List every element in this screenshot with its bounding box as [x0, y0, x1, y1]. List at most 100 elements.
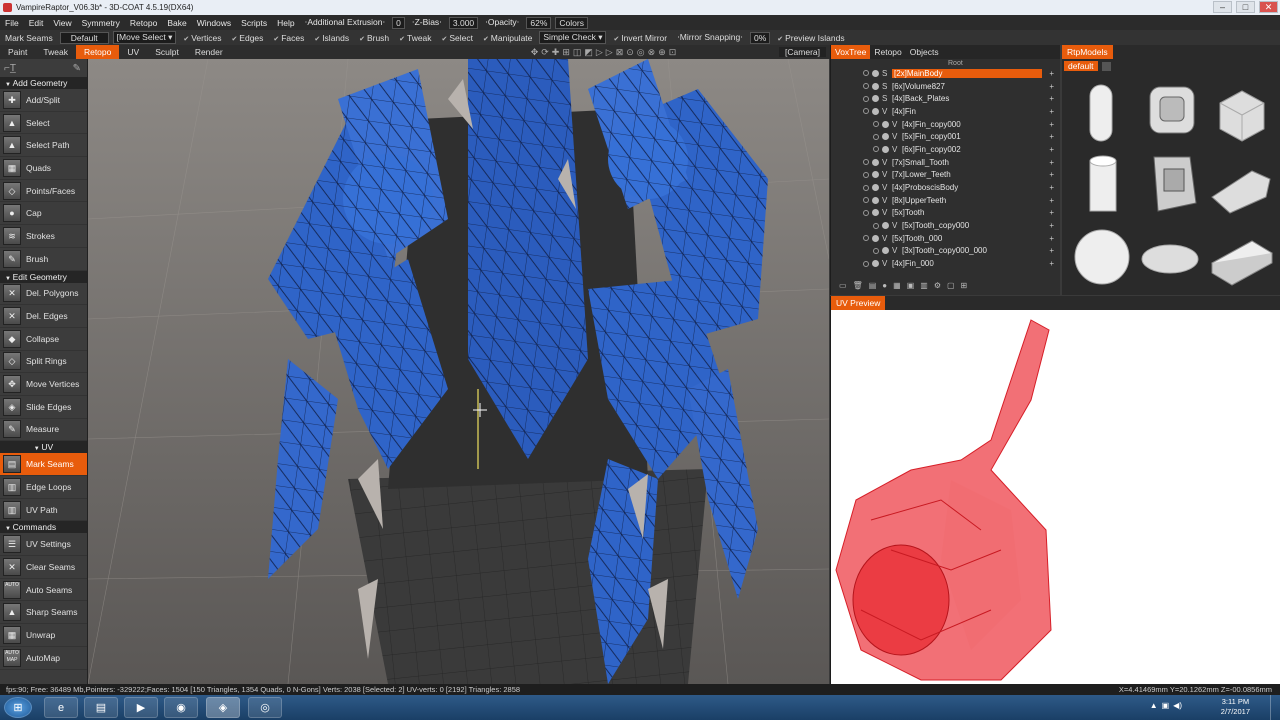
delete-layer-icon[interactable]: 🗑	[853, 281, 863, 290]
visibility-lock-icon[interactable]	[863, 70, 869, 77]
model-set-dropdown[interactable]: default	[1064, 61, 1098, 71]
close-button[interactable]: ✕	[1259, 1, 1278, 13]
visibility-lock-icon[interactable]	[863, 108, 869, 115]
3dcoat-taskbar-icon[interactable]: ◈	[206, 697, 240, 718]
layer-row[interactable]: V [5x]Tooth +	[831, 207, 1060, 220]
section-uv[interactable]: UV	[0, 441, 87, 454]
simple-check-dropdown[interactable]: Simple Check ▾	[539, 31, 607, 44]
eye-icon[interactable]	[872, 260, 879, 268]
viewport-navigation-icons[interactable]: ✥⟳✚⊞◫◩▷▷⊠⊙◎⊗⊕⊡	[531, 47, 680, 58]
visibility-lock-icon[interactable]	[873, 121, 879, 128]
add-layer-icon[interactable]: +	[1049, 145, 1054, 154]
eye-icon[interactable]	[872, 95, 879, 103]
tool-auto-seams[interactable]: AUTO Auto Seams	[0, 579, 87, 602]
tool-mark-seams[interactable]: ▤ Mark Seams	[0, 453, 87, 476]
model-lego-brick[interactable]	[1210, 240, 1274, 286]
layer-name[interactable]: [6x]Fin_copy002	[902, 145, 961, 154]
surface-mode-icon[interactable]: ▦	[893, 281, 901, 290]
tool-uv-settings[interactable]: ☰ UV Settings	[0, 533, 87, 557]
duplicate-layer-icon[interactable]: ▤	[869, 281, 877, 290]
tool-del-edges[interactable]: ✕ Del. Edges	[0, 305, 87, 328]
colors-button[interactable]: Colors	[555, 16, 588, 29]
tool-uv-path[interactable]: ▥ UV Path	[0, 499, 87, 522]
merge-icon[interactable]: ●	[882, 281, 887, 290]
visibility-lock-icon[interactable]	[863, 95, 869, 102]
zbias-input[interactable]: 3.000	[448, 16, 479, 29]
menu-symmetry[interactable]: Symmetry	[77, 18, 125, 28]
tool-cap[interactable]: ● Cap	[0, 202, 87, 226]
add-layer-icon[interactable]: +	[1049, 183, 1054, 192]
add-layer-icon[interactable]: +	[1049, 259, 1054, 268]
manipulate-checkbox[interactable]: Manipulate	[478, 33, 537, 43]
options-icon[interactable]: ⊞	[961, 281, 968, 290]
file-explorer-icon[interactable]: ▤	[84, 697, 118, 718]
visibility-lock-icon[interactable]	[863, 159, 869, 166]
extrusion-input[interactable]: 0	[392, 16, 405, 29]
preset-dropdown[interactable]: Default	[59, 31, 109, 44]
tab-retopo[interactable]: Retopo	[75, 45, 120, 59]
tool-brush[interactable]: ✎ Brush	[0, 248, 87, 271]
layer-name[interactable]: [3x]Tooth_copy000_000	[902, 246, 987, 255]
opacity-input[interactable]: 62%	[526, 16, 552, 29]
start-button[interactable]: ⊞	[4, 697, 32, 718]
tool-collapse[interactable]: ◆ Collapse	[0, 328, 87, 351]
eye-icon[interactable]	[882, 247, 889, 255]
tray-volume-icon[interactable]: ◀)	[1173, 701, 1182, 710]
layer-row[interactable]: V [4x]Fin_000 +	[831, 257, 1060, 270]
camera-dropdown[interactable]: [Camera]	[779, 47, 826, 57]
vertices-checkbox[interactable]: Vertices	[178, 33, 226, 43]
faces-checkbox[interactable]: Faces	[268, 33, 309, 43]
layer-name[interactable]: [7x]Small_Tooth	[892, 158, 949, 167]
show-desktop-button[interactable]	[1270, 695, 1280, 720]
tool-sharp-seams[interactable]: ▲ Sharp Seams	[0, 601, 87, 625]
visibility-lock-icon[interactable]	[863, 171, 869, 178]
eye-icon[interactable]	[872, 184, 879, 192]
preview-islands-checkbox[interactable]: Preview Islands	[772, 33, 849, 43]
tab-uv[interactable]: UV	[119, 45, 147, 59]
visibility-lock-icon[interactable]	[863, 209, 869, 216]
layer-row[interactable]: V [7x]Small_Tooth +	[831, 156, 1060, 169]
menu-view[interactable]: View	[48, 18, 76, 28]
eye-icon[interactable]	[882, 222, 889, 230]
layer-name[interactable]: [8x]UpperTeeth	[892, 196, 946, 205]
tool-split-rings[interactable]: ◇ Split Rings	[0, 351, 87, 374]
menu-windows[interactable]: Windows	[192, 18, 236, 28]
model-cylinder[interactable]	[1089, 155, 1117, 212]
islands-checkbox[interactable]: Islands	[309, 33, 354, 43]
add-layer-icon[interactable]: +	[1049, 120, 1054, 129]
media-player-icon[interactable]: ▶	[124, 697, 158, 718]
add-layer-icon[interactable]: +	[1049, 196, 1054, 205]
model-sphere[interactable]	[1074, 229, 1130, 285]
add-layer-icon[interactable]: +	[1049, 170, 1054, 179]
tab-voxtree[interactable]: VoxTree	[831, 45, 871, 59]
eye-icon[interactable]	[882, 145, 889, 153]
select-checkbox[interactable]: Select	[437, 33, 478, 43]
layer-name[interactable]: [7x]Lower_Teeth	[892, 170, 951, 179]
tab-retopo-groups[interactable]: Retopo	[870, 45, 905, 59]
layer-name[interactable]: [4x]Fin_copy000	[902, 120, 961, 129]
text-tool-icon[interactable]: ⌐T̲	[4, 63, 16, 74]
tool-automap[interactable]: AUTO MAP AutoMap	[0, 647, 87, 670]
visibility-lock-icon[interactable]	[873, 222, 879, 229]
eye-icon[interactable]	[872, 196, 879, 204]
tool-measure[interactable]: ✎ Measure	[0, 419, 87, 442]
add-layer-icon[interactable]: +	[1049, 69, 1054, 78]
visibility-lock-icon[interactable]	[873, 247, 879, 254]
visibility-lock-icon[interactable]	[863, 83, 869, 90]
layer-name[interactable]: [6x]Volume827	[892, 82, 945, 91]
visibility-lock-icon[interactable]	[863, 197, 869, 204]
add-layer-icon[interactable]: +	[1049, 234, 1054, 243]
menu-bake[interactable]: Bake	[162, 18, 191, 28]
layer-name[interactable]: [5x]Fin_copy001	[902, 132, 961, 141]
layer-name[interactable]: [5x]Tooth	[892, 208, 924, 217]
internet-explorer-icon[interactable]: e	[44, 697, 78, 718]
add-layer-icon[interactable]: +	[1049, 221, 1054, 230]
eye-icon[interactable]	[882, 120, 889, 128]
layer-row[interactable]: V [3x]Tooth_copy000_000 +	[831, 245, 1060, 258]
root-node[interactable]: Root	[831, 59, 1060, 67]
layer-row[interactable]: V [8x]UpperTeeth +	[831, 194, 1060, 207]
model-disc[interactable]	[1141, 244, 1199, 274]
add-layer-icon[interactable]: +	[1049, 208, 1054, 217]
layer-row[interactable]: V [5x]Tooth_copy000 +	[831, 219, 1060, 232]
model-cube[interactable]	[1219, 90, 1265, 142]
